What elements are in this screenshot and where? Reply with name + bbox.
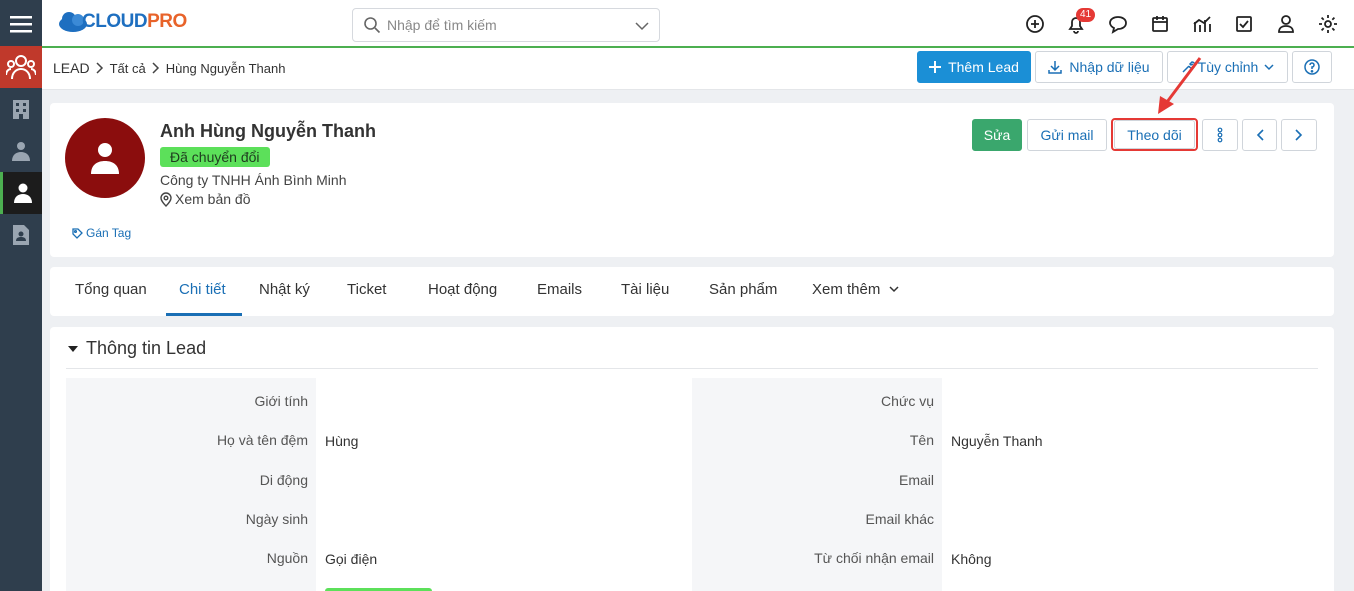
breadcrumb-module[interactable]: LEAD bbox=[53, 60, 90, 76]
edit-label: Sửa bbox=[983, 127, 1011, 143]
help-icon bbox=[1304, 59, 1320, 75]
search-box[interactable]: Nhập để tìm kiếm bbox=[352, 8, 660, 42]
building-icon bbox=[13, 100, 29, 119]
field-label: Từ chối nhận email bbox=[814, 550, 934, 566]
person-avatar-icon bbox=[91, 143, 119, 174]
field-value[interactable]: Gọi điện bbox=[325, 551, 377, 567]
task-icon[interactable] bbox=[1234, 14, 1254, 34]
sidebar-item-leads[interactable] bbox=[0, 46, 42, 88]
field-label: Chức vụ bbox=[881, 393, 934, 409]
section-title: Thông tin Lead bbox=[86, 338, 207, 358]
tab-more[interactable]: Xem thêm bbox=[812, 281, 899, 298]
more-vertical-icon bbox=[1217, 127, 1223, 143]
person-icon bbox=[13, 183, 32, 203]
field-label: Giới tính bbox=[254, 393, 308, 409]
search-icon bbox=[364, 17, 381, 34]
lead-name: Anh Hùng Nguyễn Thanh bbox=[160, 121, 376, 141]
map-pin-icon bbox=[160, 191, 172, 207]
search-input[interactable]: Nhập để tìm kiếm bbox=[387, 17, 497, 33]
sidebar bbox=[0, 0, 42, 591]
add-lead-label: Thêm Lead bbox=[948, 59, 1019, 75]
field-label: Nguồn bbox=[266, 550, 308, 566]
tab-ticket[interactable]: Ticket bbox=[347, 281, 386, 298]
add-lead-button[interactable]: Thêm Lead bbox=[917, 51, 1031, 83]
contacts-icon bbox=[12, 142, 30, 161]
record-tabs: Tổng quan Chi tiết Nhật ký Ticket Hoạt đ… bbox=[50, 267, 1334, 316]
annotation-arrow-icon bbox=[1158, 57, 1202, 114]
follow-highlight bbox=[1111, 118, 1198, 151]
sidebar-item-documents[interactable] bbox=[0, 214, 42, 256]
send-mail-label: Gửi mail bbox=[1040, 127, 1094, 143]
breadcrumb: LEAD Tất cả Hùng Nguyễn Thanh bbox=[53, 60, 285, 76]
chevron-left-icon bbox=[1256, 129, 1264, 141]
tab-log[interactable]: Nhật ký bbox=[259, 281, 310, 298]
breadcrumb-filter[interactable]: Tất cả bbox=[110, 61, 146, 76]
plus-icon bbox=[929, 61, 942, 73]
sidebar-item-contacts[interactable] bbox=[0, 130, 42, 172]
tab-activities[interactable]: Hoạt động bbox=[428, 281, 497, 298]
chevron-down-icon bbox=[1264, 63, 1274, 70]
assign-tag-label: Gán Tag bbox=[86, 226, 132, 240]
field-value[interactable]: Không bbox=[951, 551, 991, 567]
field-label: Email khác bbox=[865, 511, 934, 527]
chevron-right-icon bbox=[96, 62, 103, 74]
top-navigation-bar: CLOUDPRO Nhập để tìm kiếm 41 bbox=[42, 0, 1354, 48]
section-header[interactable]: Thông tin Lead bbox=[68, 338, 206, 359]
tag-icon bbox=[72, 227, 83, 239]
chevron-right-icon bbox=[152, 62, 159, 74]
field-value[interactable]: Hùng bbox=[325, 433, 358, 449]
previous-record-button[interactable] bbox=[1242, 119, 1277, 151]
add-icon[interactable] bbox=[1025, 14, 1045, 34]
chevron-right-icon bbox=[1295, 129, 1303, 141]
import-button[interactable]: Nhập dữ liệu bbox=[1035, 51, 1163, 83]
calendar-icon[interactable] bbox=[1150, 14, 1170, 34]
view-map-label: Xem bản đồ bbox=[175, 191, 251, 207]
sidebar-item-organizations[interactable] bbox=[0, 88, 42, 130]
download-icon bbox=[1048, 61, 1063, 74]
help-button[interactable] bbox=[1292, 51, 1332, 83]
lead-header-card: Anh Hùng Nguyễn Thanh Đã chuyển đổi Công… bbox=[50, 103, 1334, 257]
logo-text-pro: PRO bbox=[147, 11, 187, 32]
sidebar-item-person[interactable] bbox=[0, 172, 42, 214]
more-actions-button[interactable] bbox=[1202, 119, 1238, 151]
menu-icon[interactable] bbox=[0, 3, 42, 45]
tab-overview[interactable]: Tổng quan bbox=[75, 281, 147, 298]
notification-badge: 41 bbox=[1076, 8, 1096, 22]
user-icon[interactable] bbox=[1276, 14, 1296, 34]
avatar bbox=[65, 118, 145, 198]
section-divider bbox=[66, 368, 1318, 369]
chevron-down-icon[interactable] bbox=[635, 21, 649, 31]
document-icon bbox=[13, 225, 29, 245]
chart-icon[interactable] bbox=[1192, 14, 1212, 34]
lead-info-section: Thông tin Lead Giới tính Họ và tên đệm H… bbox=[50, 327, 1334, 591]
settings-icon[interactable] bbox=[1318, 14, 1338, 34]
field-label: Di động bbox=[259, 472, 308, 488]
edit-button[interactable]: Sửa bbox=[972, 119, 1022, 151]
next-record-button[interactable] bbox=[1281, 119, 1317, 151]
import-label: Nhập dữ liệu bbox=[1069, 59, 1150, 75]
status-badge: Đã chuyển đổi bbox=[160, 147, 270, 167]
tab-documents[interactable]: Tài liệu bbox=[621, 281, 669, 298]
view-map-link[interactable]: Xem bản đồ bbox=[160, 191, 251, 207]
tab-more-label: Xem thêm bbox=[812, 281, 881, 298]
chevron-down-icon bbox=[889, 286, 899, 293]
field-label: Ngày sinh bbox=[245, 511, 308, 527]
send-mail-button[interactable]: Gửi mail bbox=[1027, 119, 1107, 151]
company-name: Công ty TNHH Ánh Bình Minh bbox=[160, 172, 347, 188]
chat-icon[interactable] bbox=[1108, 14, 1128, 34]
active-tab-indicator bbox=[166, 313, 242, 316]
breadcrumb-record: Hùng Nguyễn Thanh bbox=[165, 60, 286, 76]
logo-text-cloud: CLOUD bbox=[82, 11, 148, 32]
field-label: Email bbox=[898, 472, 934, 488]
tab-details[interactable]: Chi tiết bbox=[179, 281, 226, 298]
field-value[interactable]: Nguyễn Thanh bbox=[951, 433, 1043, 449]
assign-tag-link[interactable]: Gán Tag bbox=[72, 226, 131, 240]
leads-group-icon bbox=[6, 55, 36, 80]
tab-emails[interactable]: Emails bbox=[537, 281, 582, 298]
tab-products[interactable]: Sản phẩm bbox=[709, 281, 777, 298]
caret-down-icon bbox=[68, 345, 78, 352]
field-label: Tên bbox=[909, 432, 934, 448]
field-label: Họ và tên đệm bbox=[216, 432, 308, 448]
logo[interactable]: CLOUDPRO bbox=[58, 11, 187, 33]
